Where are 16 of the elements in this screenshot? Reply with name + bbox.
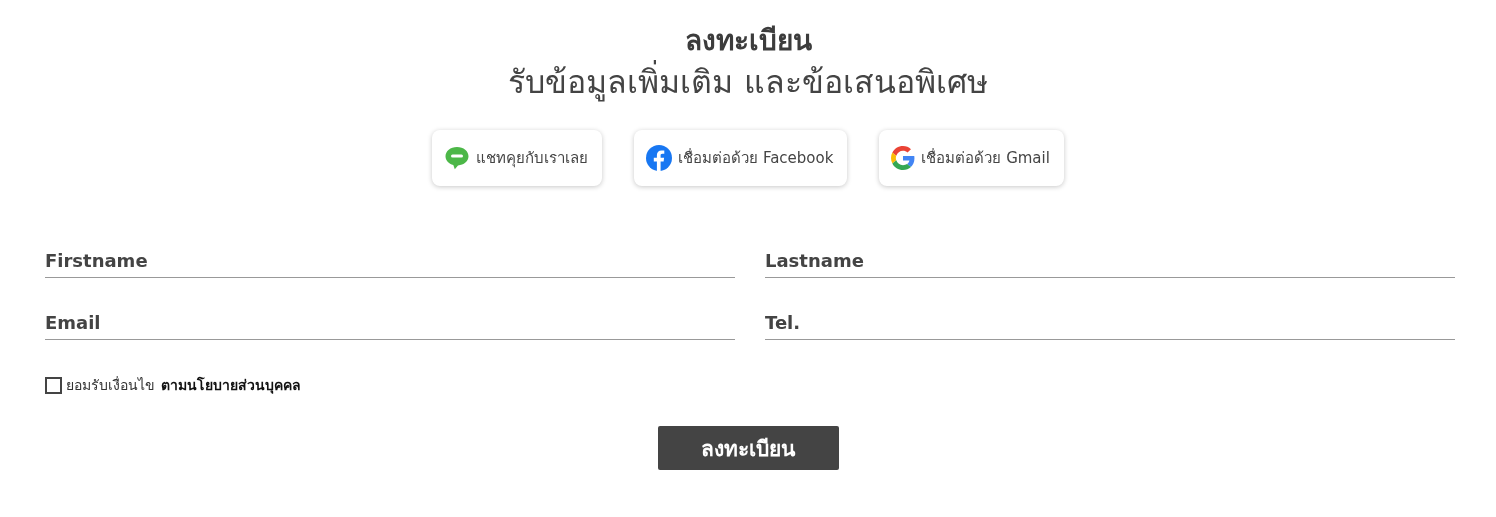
input-field[interactable]: Firstname: [45, 242, 735, 278]
facebook-icon: [646, 145, 673, 171]
chat-bubble-icon: [444, 145, 471, 171]
privacy-policy-link[interactable]: ตามนโยบายส่วนบุคคล: [161, 374, 301, 396]
input-field[interactable]: Email: [45, 304, 735, 340]
input-field[interactable]: Lastname: [765, 242, 1455, 278]
input-field[interactable]: Tel.: [765, 304, 1455, 340]
google-icon: [891, 146, 916, 170]
consent-label: ยอมรับเงื่อนไข: [66, 375, 155, 395]
connect-button[interactable]: เชื่อมต่อด้วย Facebook: [634, 130, 848, 186]
register-button[interactable]: ลงทะเบียน: [657, 426, 839, 470]
page-title: ลงทะเบียน: [684, 23, 812, 59]
page-subtitle: รับข้อมูลเพิ่มเติม และข้อเสนอพิเศษ: [508, 60, 988, 104]
connect-button[interactable]: เชื่อมต่อด้วย Gmail: [879, 130, 1064, 186]
consent-checkbox[interactable]: [45, 376, 62, 394]
chat-button[interactable]: แชทคุยกับเราเลย: [432, 130, 603, 186]
